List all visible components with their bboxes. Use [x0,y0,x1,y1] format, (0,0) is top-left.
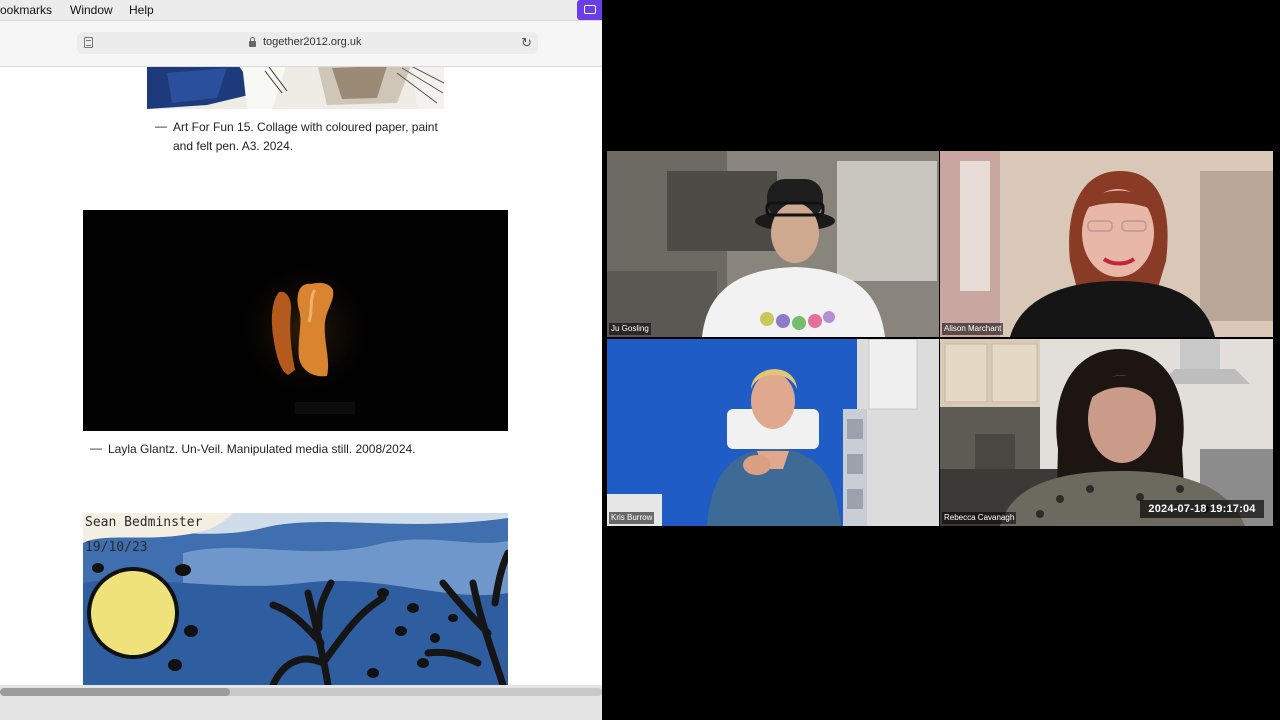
reader-view-icon[interactable] [84,37,93,48]
artwork-signature-name: Sean Bedminster [85,515,203,530]
participant-name: Rebecca Cavanagh [942,512,1017,524]
caption-line: Layla Glantz. Un-Veil. Manipulated media… [108,442,416,456]
artwork-collage-image [147,67,444,109]
artwork-signature-date: 19/10/23 [85,540,148,555]
participant-tile[interactable]: Ju Gosling [607,151,939,337]
reload-icon[interactable]: ↻ [521,35,532,51]
url-text[interactable]: together2012.org.uk [263,36,361,48]
participant-tile[interactable]: Kris Burrow [607,339,939,526]
browser-toolbar: together2012.org.uk ↻ [0,21,602,67]
web-page-content: — Art For Fun 15. Collage with coloured … [0,67,602,685]
app-status-icon[interactable] [577,0,602,20]
caption-dash: — [90,441,102,455]
participant-tile[interactable]: Rebecca Cavanagh [940,339,1273,526]
caption-line: Art For Fun 15. Collage with coloured pa… [173,120,438,134]
screen-share-icon [584,5,596,14]
participant-name: Ju Gosling [609,323,651,335]
menu-bar: ookmarks Window Help [0,0,602,21]
video-call-grid: Ju Gosling Alison Marchant Kris Burrow R… [607,151,1273,526]
menu-help[interactable]: Help [129,3,154,17]
menu-bookmarks[interactable]: ookmarks [0,3,52,17]
video-still-image[interactable] [83,210,508,431]
artwork-painting-image: Sean Bedminster 19/10/23 [83,513,508,685]
participant-name: Kris Burrow [609,512,655,524]
video-caption: Layla Glantz. Un-Veil. Manipulated media… [108,440,416,459]
scrollbar-thumb[interactable] [0,688,230,696]
horizontal-scroll-area [0,685,602,720]
participant-name: Alison Marchant [942,323,1004,335]
caption-line: and felt pen. A3. 2024. [173,139,294,153]
caption-dash: — [155,119,167,133]
address-bar[interactable]: together2012.org.uk ↻ [77,32,538,54]
artwork-caption: Art For Fun 15. Collage with coloured pa… [173,118,438,156]
menu-window[interactable]: Window [70,3,113,17]
recording-timestamp: 2024-07-18 19:17:04 [1140,500,1264,518]
browser-window: ookmarks Window Help together2012.org.uk… [0,0,602,720]
participant-tile[interactable]: Alison Marchant [940,151,1273,337]
lock-icon [249,37,256,47]
